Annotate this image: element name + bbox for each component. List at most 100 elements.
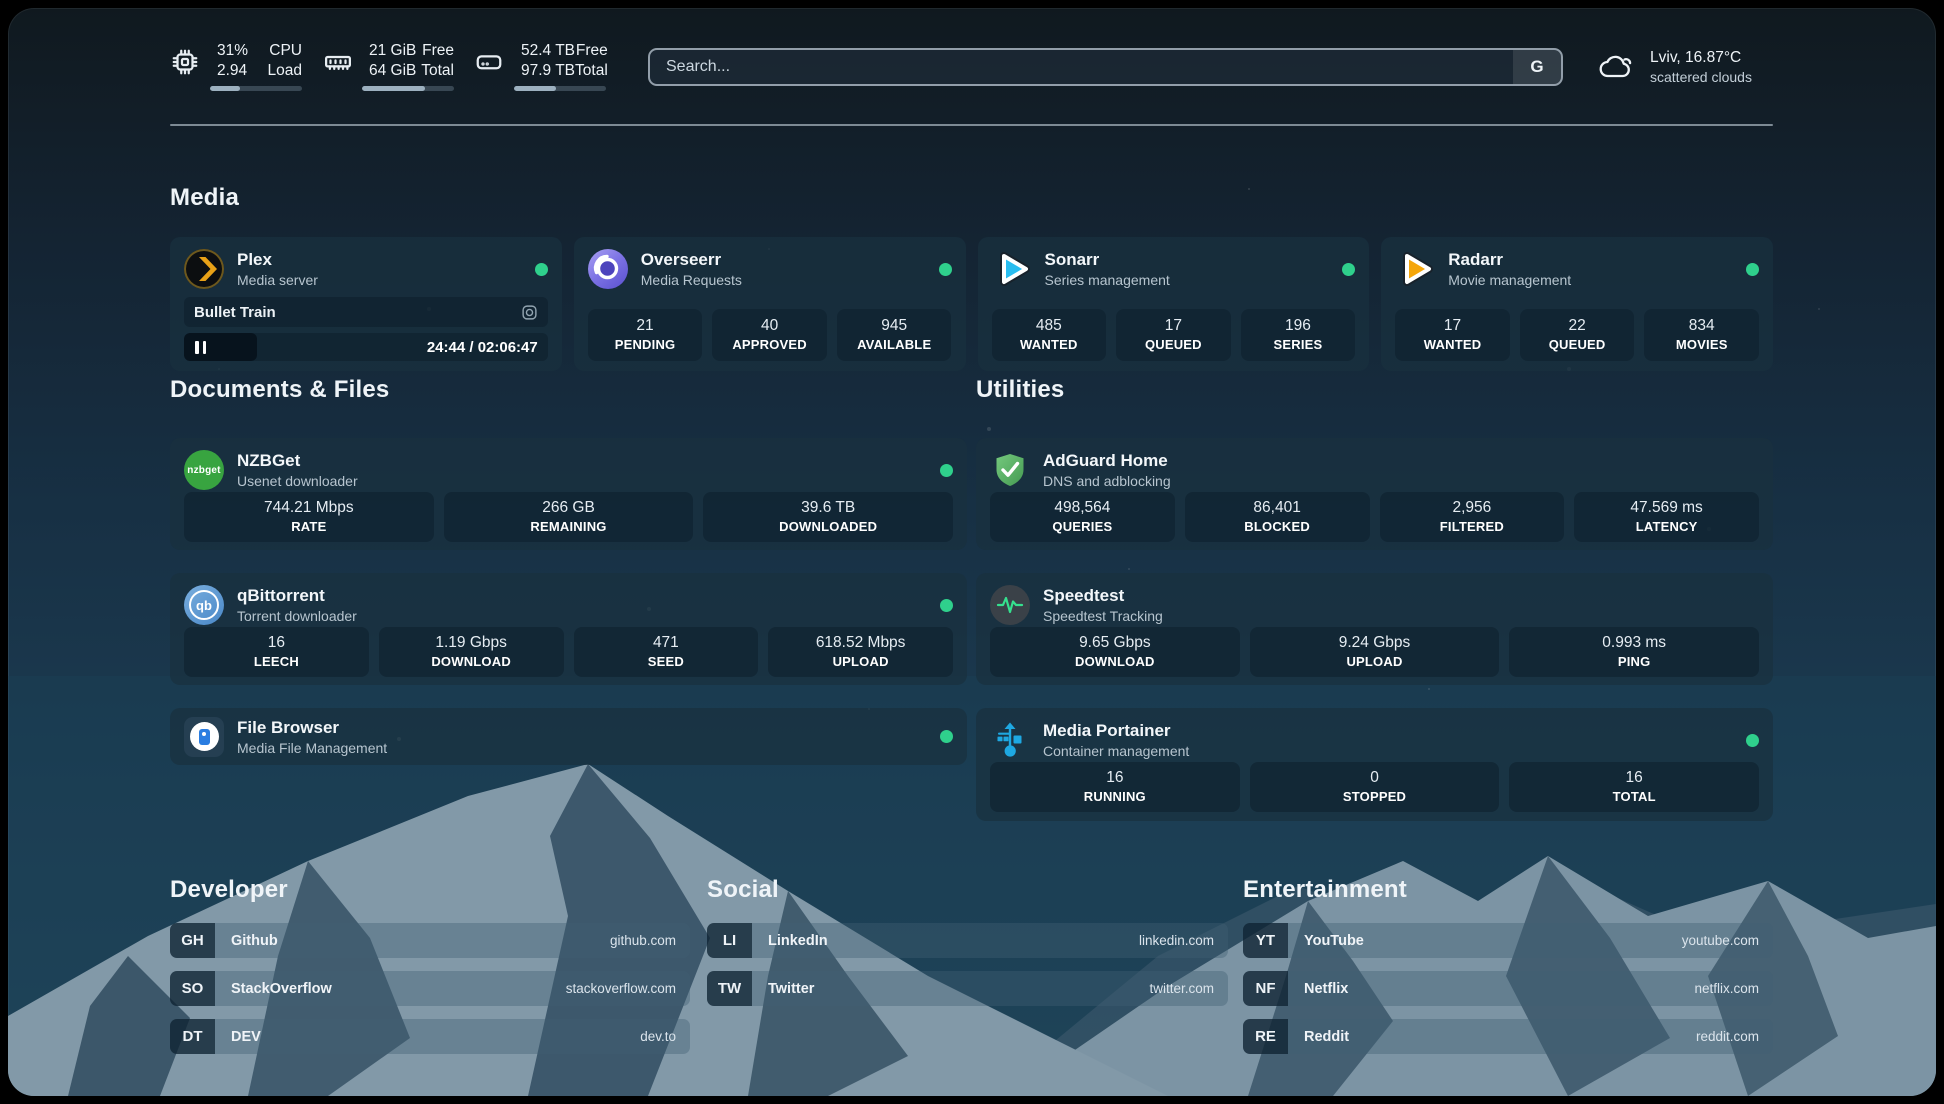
qbittorrent-card[interactable]: qb qBittorrent Torrent downloader 16 LEE… (170, 573, 967, 685)
stat-wanted: 485 WANTED (992, 309, 1107, 361)
bookmark-stackoverflow[interactable]: SO StackOverflow stackoverflow.com (170, 971, 690, 1006)
service-name: File Browser (237, 717, 387, 739)
now-playing-icon[interactable] (521, 304, 538, 321)
memory-values: 21 GiB 64 GiB (369, 41, 416, 81)
cpu-stats: 31% 2.94 CPU Load (170, 41, 302, 93)
stat-seed: 471 SEED (574, 627, 759, 677)
portainer-card[interactable]: Media Portainer Container management 16 … (976, 708, 1773, 821)
filebrowser-icon (184, 717, 224, 757)
stat-rate: 744.21 Mbps RATE (184, 492, 434, 542)
snow-specks (8, 8, 10, 10)
bookmark-name: Netflix (1304, 981, 1348, 997)
portainer-icon (990, 720, 1030, 760)
adguard-card[interactable]: AdGuard Home DNS and adblocking 498,564 … (976, 438, 1773, 550)
service-name: Media Portainer (1043, 720, 1189, 742)
cloud-icon (1597, 50, 1637, 84)
plex-card[interactable]: Plex Media server Bullet Train (170, 237, 562, 371)
entertainment-bookmarks: YT YouTube youtube.com NF Netflix netfli… (1243, 923, 1773, 1067)
bookmark-youtube[interactable]: YT YouTube youtube.com (1243, 923, 1773, 958)
cpu-values: 31% 2.94 (217, 41, 248, 81)
bookmark-url: stackoverflow.com (566, 981, 676, 996)
bookmark-url: youtube.com (1682, 933, 1759, 948)
stat-filtered: 2,956 FILTERED (1380, 492, 1565, 542)
pause-icon[interactable] (195, 341, 206, 354)
stat-stopped: 0 STOPPED (1250, 762, 1500, 812)
service-text: Radarr Movie management (1448, 249, 1571, 289)
stat-latency: 47.569 ms LATENCY (1574, 492, 1759, 542)
status-indicator (1746, 734, 1759, 747)
service-desc: DNS and adblocking (1043, 472, 1171, 490)
service-desc: Usenet downloader (237, 472, 358, 490)
stats-row: 744.21 Mbps RATE 266 GB REMAINING 39.6 T… (184, 492, 953, 542)
disk-stats: 52.4 TB 97.9 TB Free Total (474, 41, 606, 93)
stat-leech: 16 LEECH (184, 627, 369, 677)
speedtest-icon (990, 585, 1030, 625)
bookmark-abbr: TW (707, 971, 752, 1006)
stat-queued: 22 QUEUED (1520, 309, 1635, 361)
section-title-social: Social (707, 876, 779, 904)
nzbget-card[interactable]: nzbget NZBGet Usenet downloader 744.21 M… (170, 438, 967, 550)
social-bookmarks: LI LinkedIn linkedin.com TW Twitter twit… (707, 923, 1228, 1019)
service-text: Speedtest Speedtest Tracking (1043, 585, 1163, 625)
service-desc: Media server (237, 271, 318, 289)
stats-row: 16 LEECH 1.19 Gbps DOWNLOAD 471 SEED 618… (184, 627, 953, 677)
search-input[interactable] (650, 50, 1513, 84)
status-indicator (939, 263, 952, 276)
stats-row: 9.65 Gbps DOWNLOAD 9.24 Gbps UPLOAD 0.99… (990, 627, 1759, 677)
stat-running: 16 RUNNING (990, 762, 1240, 812)
service-text: Media Portainer Container management (1043, 720, 1189, 760)
media-grid: Plex Media server Bullet Train (170, 237, 1773, 368)
developer-bookmarks: GH Github github.com SO StackOverflow st… (170, 923, 690, 1067)
top-bar: 31% 2.94 CPU Load 21 GiB 64 GiB (170, 32, 1773, 102)
bookmark-url: linkedin.com (1139, 933, 1214, 948)
dashboard-window: 31% 2.94 CPU Load 21 GiB 64 GiB (8, 8, 1936, 1096)
service-name: AdGuard Home (1043, 450, 1171, 472)
bookmark-netflix[interactable]: NF Netflix netflix.com (1243, 971, 1773, 1006)
bookmark-dev[interactable]: DT DEV dev.to (170, 1019, 690, 1054)
stats-row: 485 WANTED 17 QUEUED 196 SERIES (992, 309, 1356, 361)
stat-pending: 21 PENDING (588, 309, 703, 361)
bookmark-reddit[interactable]: RE Reddit reddit.com (1243, 1019, 1773, 1054)
cpu-icon (170, 42, 206, 82)
radarr-card[interactable]: Radarr Movie management 17 WANTED 22 QUE… (1381, 237, 1773, 371)
dashboard-content: Media Plex Media server Bullet Train (170, 126, 1773, 1096)
bookmark-linkedin[interactable]: LI LinkedIn linkedin.com (707, 923, 1228, 958)
speedtest-card[interactable]: Speedtest Speedtest Tracking 9.65 Gbps D… (976, 573, 1773, 685)
bookmark-twitter[interactable]: TW Twitter twitter.com (707, 971, 1228, 1006)
status-indicator (940, 730, 953, 743)
stat-available: 945 AVAILABLE (837, 309, 952, 361)
playback-progress-fill (184, 333, 257, 361)
stat-series: 196 SERIES (1241, 309, 1356, 361)
stats-row: 21 PENDING 40 APPROVED 945 AVAILABLE (588, 309, 952, 361)
qbittorrent-icon: qb (184, 585, 224, 625)
now-playing-row: Bullet Train (184, 297, 548, 327)
bookmark-abbr: GH (170, 923, 215, 958)
service-desc: Media File Management (237, 739, 387, 757)
section-title-developer: Developer (170, 876, 288, 904)
stat-remaining: 266 GB REMAINING (444, 492, 694, 542)
stat-movies: 834 MOVIES (1644, 309, 1759, 361)
stat-download: 9.65 Gbps DOWNLOAD (990, 627, 1240, 677)
bookmark-name: Reddit (1304, 1029, 1349, 1045)
nzbget-icon: nzbget (184, 450, 224, 490)
overseerr-card[interactable]: Overseerr Media Requests 21 PENDING 40 A… (574, 237, 966, 371)
status-indicator (535, 263, 548, 276)
section-title-utilities: Utilities (976, 376, 1064, 404)
cpu-usage-bar (210, 86, 302, 91)
weather-text: Lviv, 16.87°C scattered clouds (1650, 48, 1752, 86)
cpu-labels: CPU Load (268, 41, 302, 81)
search-provider-button[interactable]: G (1513, 50, 1561, 84)
bookmark-url: reddit.com (1696, 1029, 1759, 1044)
filebrowser-card[interactable]: File Browser Media File Management (170, 708, 967, 765)
stats-row: 498,564 QUERIES 86,401 BLOCKED 2,956 FIL… (990, 492, 1759, 542)
bookmark-github[interactable]: GH Github github.com (170, 923, 690, 958)
bookmark-name: DEV (231, 1029, 261, 1045)
status-indicator (1746, 263, 1759, 276)
bookmark-abbr: DT (170, 1019, 215, 1054)
service-desc: Container management (1043, 742, 1189, 760)
sonarr-card[interactable]: Sonarr Series management 485 WANTED 17 Q… (978, 237, 1370, 371)
memory-usage-bar (362, 86, 454, 91)
plex-icon (184, 249, 224, 289)
bookmark-name: Twitter (768, 981, 814, 997)
service-name: Sonarr (1045, 249, 1170, 271)
